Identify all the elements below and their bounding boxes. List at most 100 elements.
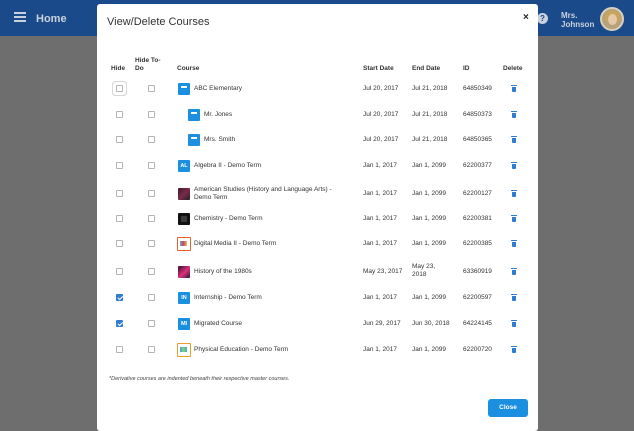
hide-todo-checkbox[interactable] — [148, 268, 155, 275]
user-name[interactable]: Mrs. Johnson — [561, 11, 594, 29]
course-image-icon — [178, 266, 190, 278]
trash-icon[interactable] — [511, 320, 517, 327]
course-name[interactable]: Mr. Jones — [204, 111, 232, 119]
header-delete: Delete — [503, 65, 523, 72]
hide-checkbox[interactable] — [116, 346, 123, 353]
hide-todo-checkbox[interactable] — [148, 190, 155, 197]
course-image-icon — [177, 237, 191, 251]
trash-icon[interactable] — [511, 190, 517, 197]
end-date: Jan 1, 2099 — [412, 162, 446, 169]
course-image-icon — [178, 213, 190, 225]
course-id: 64850365 — [463, 136, 492, 143]
footnote: *Derivative courses are indented beneath… — [109, 376, 290, 382]
end-date: Jan 1, 2099 — [412, 190, 446, 197]
course-icon — [188, 109, 200, 121]
end-date: Jan 1, 2099 — [412, 346, 446, 353]
course-id: 64850373 — [463, 111, 492, 118]
course-name[interactable]: Algebra II - Demo Term — [194, 162, 261, 170]
hide-checkbox[interactable] — [116, 136, 123, 143]
end-date: Jul 21, 2018 — [412, 85, 448, 92]
end-date: Jul 21, 2018 — [412, 136, 448, 143]
header-hide: Hide — [111, 65, 126, 72]
course-name-line1: American Studies (History and Language A… — [194, 186, 332, 193]
help-icon[interactable]: ? — [537, 13, 548, 24]
start-date: Jan 1, 2017 — [363, 294, 397, 301]
hide-checkbox[interactable] — [116, 190, 123, 197]
hide-checkbox[interactable] — [116, 215, 123, 222]
course-id: 64850349 — [463, 85, 492, 92]
hide-checkbox[interactable] — [116, 240, 123, 247]
hide-todo-checkbox[interactable] — [148, 240, 155, 247]
header-course: Course — [177, 65, 200, 72]
trash-icon[interactable] — [511, 346, 517, 353]
trash-icon[interactable] — [511, 240, 517, 247]
hide-todo-checkbox[interactable] — [148, 111, 155, 118]
course-name[interactable]: ABC Elementary — [194, 85, 242, 93]
trash-icon[interactable] — [511, 268, 517, 275]
avatar[interactable] — [600, 7, 624, 31]
hide-todo-checkbox[interactable] — [148, 85, 155, 92]
course-id: 62200127 — [463, 190, 492, 197]
course-initials-icon: AL — [178, 160, 190, 172]
hide-checkbox[interactable] — [116, 85, 123, 92]
header-hide-todo-line1: Hide To- — [135, 57, 161, 64]
start-date: Jun 29, 2017 — [363, 320, 401, 327]
hide-todo-checkbox[interactable] — [148, 136, 155, 143]
end-date: Jun 30, 2018 — [412, 320, 450, 327]
trash-icon[interactable] — [511, 294, 517, 301]
close-button[interactable]: Close — [488, 399, 528, 417]
course-image-icon — [178, 188, 190, 200]
hide-todo-checkbox[interactable] — [148, 346, 155, 353]
start-date: Jul 20, 2017 — [363, 85, 399, 92]
close-icon[interactable]: × — [523, 12, 529, 23]
hide-checkbox[interactable] — [116, 111, 123, 118]
header-hide-todo-line2: Do — [135, 65, 144, 72]
course-id: 62200597 — [463, 294, 492, 301]
hide-todo-checkbox[interactable] — [148, 162, 155, 169]
end-date-line2: 2018 — [412, 271, 427, 278]
trash-icon[interactable] — [511, 162, 517, 169]
course-name[interactable]: History of the 1980s — [194, 268, 252, 276]
course-image-icon — [177, 343, 191, 357]
user-name-line1: Mrs. — [561, 11, 578, 20]
start-date: Jan 1, 2017 — [363, 190, 397, 197]
course-name[interactable]: Mrs. Smith — [204, 136, 235, 144]
home-link[interactable]: Home — [36, 13, 67, 25]
trash-icon[interactable] — [511, 111, 517, 118]
hide-todo-checkbox[interactable] — [148, 215, 155, 222]
view-delete-courses-modal: View/Delete Courses × Hide Hide To- Do C… — [97, 4, 538, 431]
hamburger-menu-icon[interactable] — [14, 12, 26, 22]
trash-icon[interactable] — [511, 85, 517, 92]
start-date: Jan 1, 2017 — [363, 240, 397, 247]
course-icon — [178, 83, 190, 95]
trash-icon[interactable] — [511, 136, 517, 143]
course-icon — [188, 134, 200, 146]
start-date: May 23, 2017 — [363, 268, 403, 275]
course-name[interactable]: Internship - Demo Term — [194, 294, 262, 302]
hide-todo-checkbox[interactable] — [148, 320, 155, 327]
trash-icon[interactable] — [511, 215, 517, 222]
hide-checkbox[interactable] — [116, 268, 123, 275]
end-date: May 23, 2018 — [412, 263, 435, 279]
end-date: Jan 1, 2099 — [412, 215, 446, 222]
course-id: 64224145 — [463, 320, 492, 327]
header-start-date: Start Date — [363, 65, 394, 72]
course-id: 62200381 — [463, 215, 492, 222]
hide-checkbox[interactable] — [116, 294, 123, 301]
start-date: Jan 1, 2017 — [363, 346, 397, 353]
hide-checkbox[interactable] — [116, 162, 123, 169]
start-date: Jan 1, 2017 — [363, 162, 397, 169]
course-id: 62200385 — [463, 240, 492, 247]
end-date: Jul 21, 2018 — [412, 111, 448, 118]
course-name[interactable]: Digital Media II - Demo Term — [194, 240, 276, 248]
course-name[interactable]: American Studies (History and Language A… — [194, 186, 332, 202]
hide-checkbox[interactable] — [116, 320, 123, 327]
header-hide-todo: Hide To- Do — [135, 57, 161, 73]
start-date: Jul 20, 2017 — [363, 136, 399, 143]
header-end-date: End Date — [412, 65, 441, 72]
course-name[interactable]: Migrated Course — [194, 320, 242, 328]
course-id: 63360919 — [463, 268, 492, 275]
course-name[interactable]: Chemistry - Demo Term — [194, 215, 263, 223]
hide-todo-checkbox[interactable] — [148, 294, 155, 301]
course-name[interactable]: Physical Education - Demo Term — [194, 346, 288, 354]
